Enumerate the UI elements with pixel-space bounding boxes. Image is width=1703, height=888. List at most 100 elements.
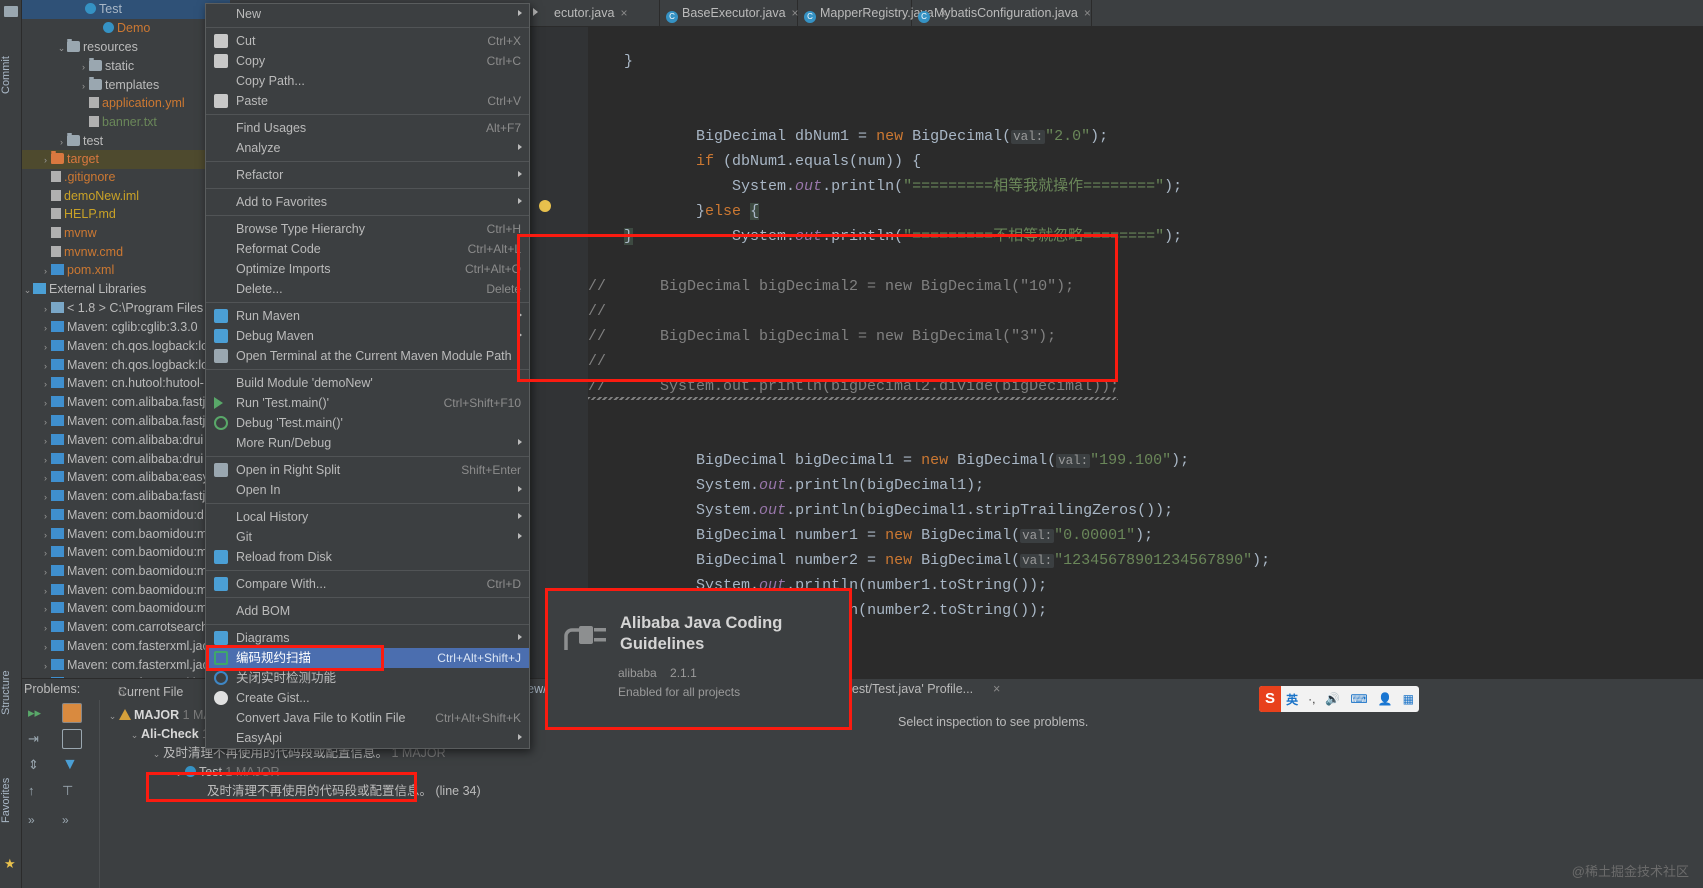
tree-item[interactable]: › Maven: com.alibaba:fastj (22, 487, 230, 506)
tree-expand-arrow-icon[interactable]: › (40, 563, 51, 581)
more-options-right-icon[interactable]: » (62, 810, 82, 830)
tree-item[interactable]: › Maven: com.alibaba:drui (22, 450, 230, 469)
menu-item[interactable]: Diagrams (206, 628, 529, 648)
tree-item[interactable]: › Maven: com.baomidou:m (22, 543, 230, 562)
tree-item[interactable]: .gitignore (22, 168, 230, 187)
menu-item[interactable]: Cut Ctrl+X (206, 31, 529, 51)
tree-item[interactable]: › Maven: com.baomidou:m (22, 581, 230, 600)
tree-item[interactable]: application.yml (22, 94, 230, 113)
tree-item[interactable]: › Maven: com.baomidou:m (22, 562, 230, 581)
tree-expand-arrow-icon[interactable]: › (40, 526, 51, 544)
tree-item[interactable]: › Maven: cglib:cglib:3.3.0 (22, 318, 230, 337)
tree-item[interactable]: banner.txt (22, 113, 230, 132)
tree-item[interactable]: ⌄ resources (22, 38, 230, 57)
tree-item[interactable]: › Maven: com.alibaba.fastj (22, 412, 230, 431)
tree-item[interactable]: › Maven: com.alibaba:drui (22, 431, 230, 450)
menu-item[interactable]: Optimize Imports Ctrl+Alt+O (206, 259, 529, 279)
menu-item[interactable]: Create Gist... (206, 688, 529, 708)
tree-expand-arrow-icon[interactable]: › (78, 58, 89, 76)
project-folder-icon[interactable] (4, 6, 18, 17)
tree-expand-arrow-icon[interactable]: › (40, 151, 51, 169)
editor-tab[interactable]: ecutor.java × (548, 0, 660, 27)
structure-tool-button[interactable]: Structure (0, 648, 22, 738)
previous-problem-icon[interactable]: ↑ (28, 781, 48, 801)
tree-expand-arrow-icon[interactable]: › (40, 375, 51, 393)
editor-tab-bar[interactable]: ecutor.java × C BaseExecutor.java × C MapperRe… (530, 0, 1703, 27)
problem-expand-arrow-icon[interactable]: ⌄ (128, 726, 141, 745)
tree-expand-arrow-icon[interactable]: › (40, 262, 51, 280)
ime-voice-icon[interactable]: 🔊 (1320, 692, 1345, 706)
tabs-overflow-icon[interactable] (533, 8, 538, 16)
tree-item[interactable]: Test (22, 0, 230, 19)
menu-item[interactable]: EasyApi (206, 728, 529, 748)
filter-funnel-icon[interactable]: ▼ (62, 755, 82, 775)
problem-row[interactable]: 及时清理不再使用的代码段或配置信息。 (line 34) (194, 782, 481, 801)
tree-item[interactable]: › Maven: com.alibaba.fastj (22, 393, 230, 412)
menu-item[interactable]: Git (206, 527, 529, 547)
tree-item[interactable]: mvnw (22, 224, 230, 243)
editor-tab[interactable]: C MapperRegistry.java × (798, 0, 947, 27)
tree-expand-arrow-icon[interactable]: › (40, 469, 51, 487)
menu-item[interactable]: Open In (206, 480, 529, 500)
menu-item[interactable]: Debug 'Test.main()' (206, 413, 529, 433)
tree-item[interactable]: › target (22, 150, 230, 169)
tree-item[interactable]: › Maven: com.fasterxml.jac (22, 637, 230, 656)
code-editor[interactable]: } BigDecimal dbNum1 = new BigDecimal(val… (530, 27, 1703, 678)
ime-user-icon[interactable]: 👤 (1373, 692, 1398, 706)
tree-expand-arrow-icon[interactable]: › (40, 338, 51, 356)
file-context-menu[interactable]: New Cut Ctrl+X Copy Ctrl+C Copy Path... Paste C… (205, 3, 530, 749)
inspection-severity-icon[interactable] (62, 703, 82, 723)
menu-item[interactable]: Delete... Delete (206, 279, 529, 299)
tree-item[interactable]: › pom.xml (22, 261, 230, 280)
commit-tool-button[interactable]: Commit (0, 30, 22, 120)
expand-all-icon[interactable]: ▸▸ (28, 703, 48, 723)
tree-expand-arrow-icon[interactable]: ⌄ (22, 281, 33, 299)
sogou-logo-icon[interactable]: S (1259, 686, 1282, 712)
problem-row[interactable]: ⌄ Test 1 MAJOR (172, 763, 280, 782)
problem-expand-arrow-icon[interactable]: ⌄ (150, 745, 163, 764)
tree-item[interactable]: › Maven: ch.qos.logback:lo (22, 356, 230, 375)
tree-item[interactable]: › Maven: com.alibaba:easy (22, 468, 230, 487)
collapse-all-icon[interactable]: ⇥ (28, 729, 48, 749)
problem-expand-arrow-icon[interactable]: ⌄ (172, 764, 185, 783)
menu-item[interactable]: Refactor (206, 165, 529, 185)
editor-tab[interactable]: C BaseExecutor.java × (660, 0, 799, 27)
tree-item[interactable]: › Maven: com.baomidou:m (22, 525, 230, 544)
ime-menu-icon[interactable]: ▦ (1398, 692, 1419, 706)
ime-punctuation-button[interactable]: ·, (1303, 692, 1320, 706)
menu-item[interactable]: Add BOM (206, 601, 529, 621)
menu-item[interactable]: Reload from Disk (206, 547, 529, 567)
editor-tab[interactable]: C MybatisConfiguration.java × (912, 0, 1092, 27)
tree-item[interactable]: mvnw.cmd (22, 243, 230, 262)
menu-item[interactable]: Paste Ctrl+V (206, 91, 529, 111)
tree-item[interactable]: HELP.md (22, 205, 230, 224)
problem-expand-arrow-icon[interactable]: ⌄ (106, 707, 119, 726)
tree-expand-arrow-icon[interactable]: › (40, 432, 51, 450)
tree-expand-arrow-icon[interactable]: › (40, 451, 51, 469)
tree-expand-arrow-icon[interactable]: › (40, 300, 51, 318)
editor-tab-close-icon[interactable]: × (620, 6, 627, 20)
menu-item[interactable]: Copy Path... (206, 71, 529, 91)
tree-item[interactable]: demoNew.iml (22, 187, 230, 206)
tree-expand-arrow-icon[interactable]: › (40, 507, 51, 525)
ime-toolbar[interactable]: S 英 ·, 🔊 ⌨ 👤 ▦ (1259, 686, 1419, 712)
intention-bulb-icon[interactable] (539, 200, 551, 212)
export-icon[interactable]: ⊤ (62, 781, 82, 801)
tree-expand-arrow-icon[interactable]: › (40, 657, 51, 675)
menu-item[interactable]: 关闭实时检测功能 (206, 668, 529, 688)
tree-item[interactable]: › static (22, 57, 230, 76)
menu-item[interactable]: Browse Type Hierarchy Ctrl+H (206, 219, 529, 239)
tree-expand-arrow-icon[interactable]: › (40, 638, 51, 656)
menu-item[interactable]: 编码规约扫描 Ctrl+Alt+Shift+J (206, 648, 529, 668)
sort-icon[interactable]: ⇕ (28, 755, 48, 775)
menu-item[interactable]: Analyze (206, 138, 529, 158)
tree-expand-arrow-icon[interactable]: › (40, 488, 51, 506)
menu-item[interactable]: More Run/Debug (206, 433, 529, 453)
menu-item[interactable]: Compare With... Ctrl+D (206, 574, 529, 594)
menu-item[interactable]: Find Usages Alt+F7 (206, 118, 529, 138)
tree-expand-arrow-icon[interactable]: › (40, 544, 51, 562)
ime-keyboard-icon[interactable]: ⌨ (1345, 692, 1372, 706)
ime-lang-button[interactable]: 英 (1281, 691, 1303, 708)
menu-item[interactable]: Debug Maven (206, 326, 529, 346)
menu-item[interactable]: Reformat Code Ctrl+Alt+L (206, 239, 529, 259)
